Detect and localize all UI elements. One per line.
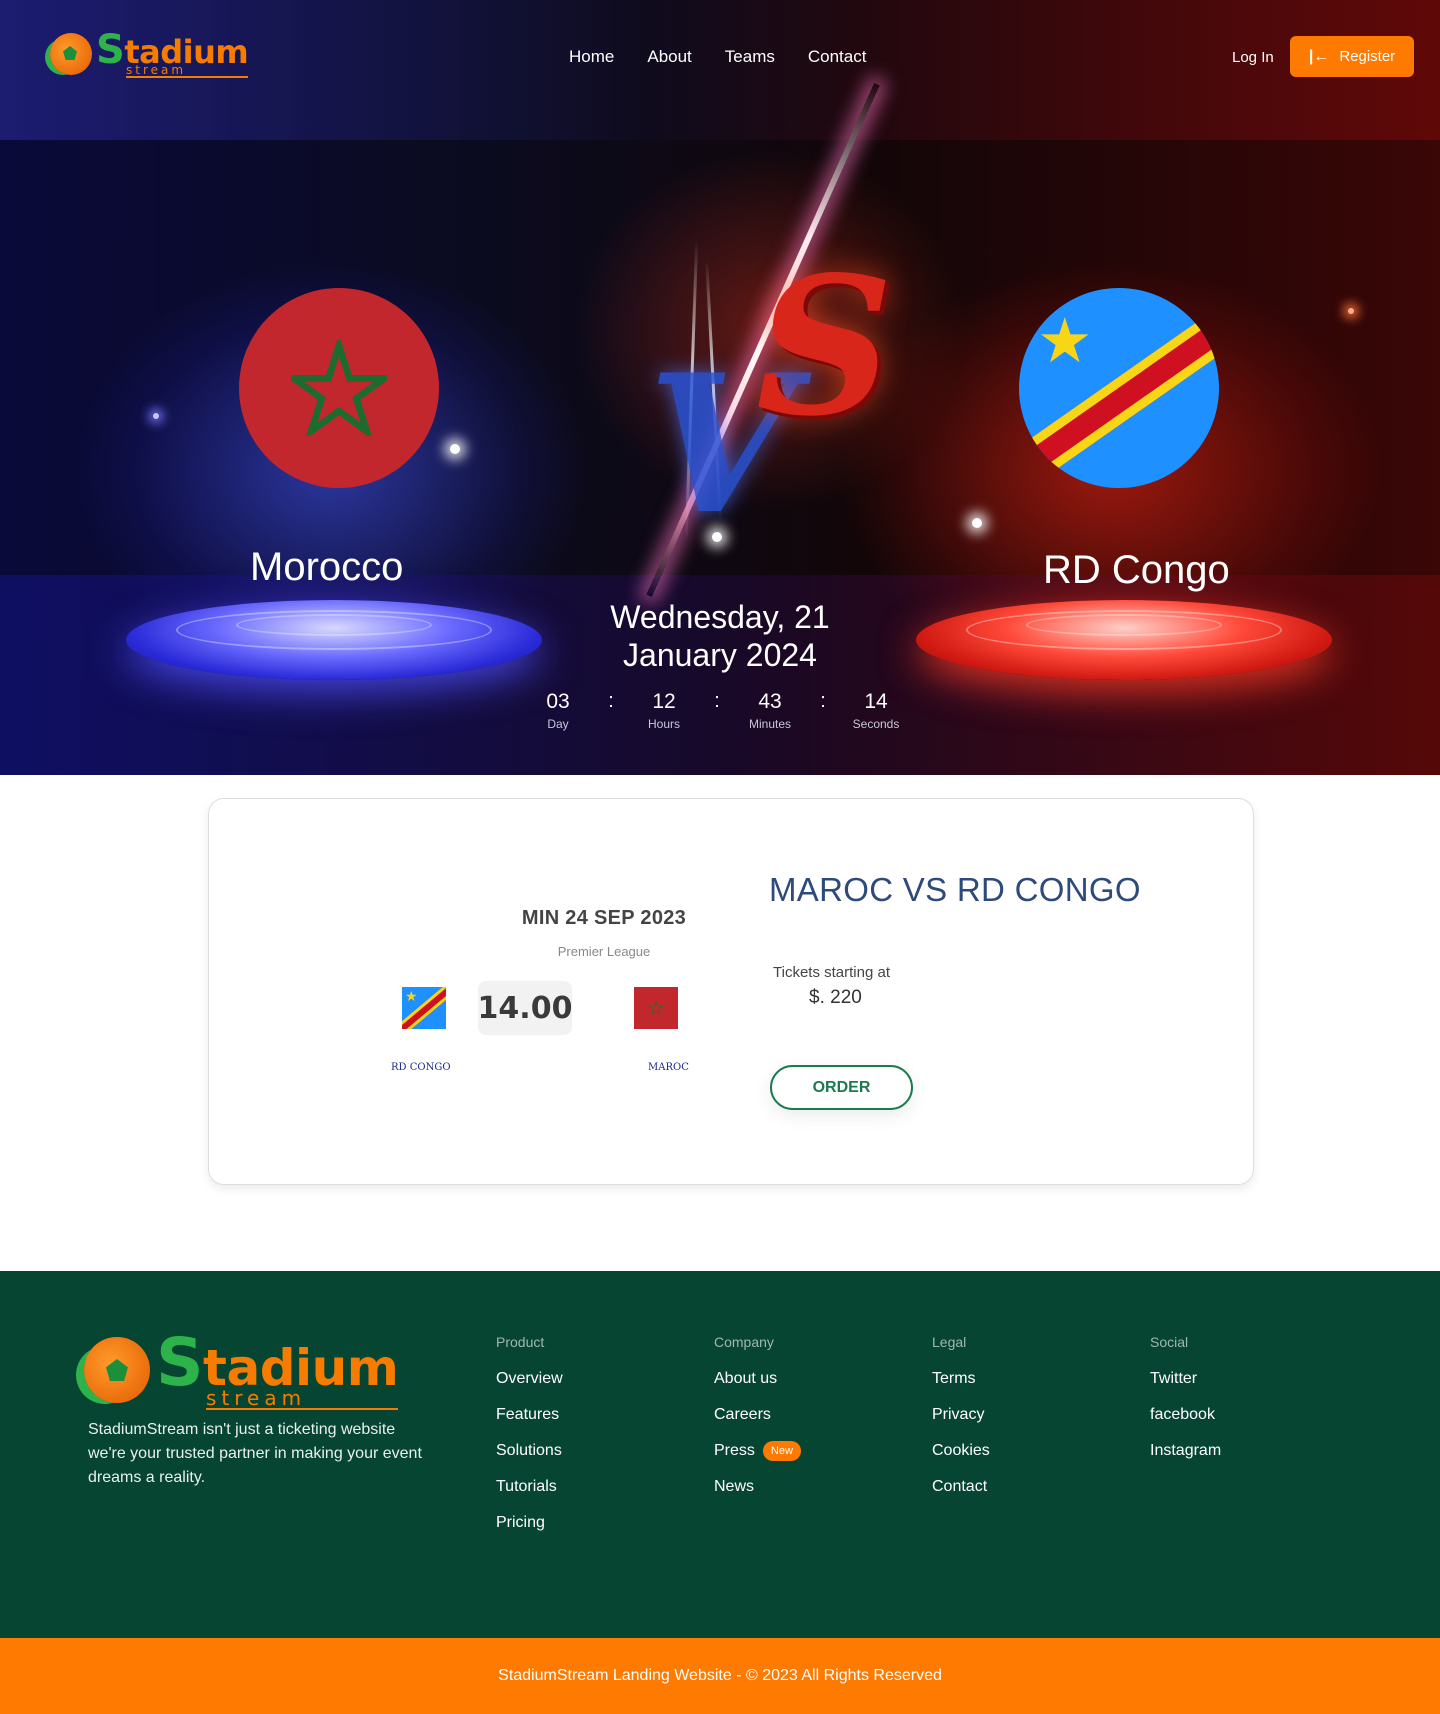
countdown-timer: 03 Day : 12 Hours : 43 Minutes : 14 Seco…: [533, 690, 901, 731]
footer-column-title: Company: [714, 1334, 774, 1350]
tickets-price: $. 220: [809, 987, 862, 1008]
order-button[interactable]: ORDER: [770, 1065, 913, 1110]
hero-section: V S Stadium stream Home About Teams Cont…: [0, 0, 1440, 775]
logo-subtitle: stream: [206, 1388, 399, 1410]
copyright-bar: StadiumStream Landing Website - © 2023 A…: [0, 1638, 1440, 1714]
nav-contact[interactable]: Contact: [808, 47, 867, 67]
tickets-label: Tickets starting at: [773, 964, 890, 981]
footer-link-cookies[interactable]: Cookies: [932, 1440, 990, 1461]
login-link[interactable]: Log In: [1232, 49, 1274, 66]
footer-column-legal: Legal Terms Privacy Cookies Contact: [932, 1334, 990, 1512]
register-label: Register: [1339, 48, 1396, 65]
card-team-right: MAROC: [648, 1062, 689, 1073]
footer-column-title: Product: [496, 1334, 545, 1350]
morocco-flag-icon: [239, 288, 439, 488]
match-card-league: Premier League: [557, 944, 651, 959]
footer-logo[interactable]: Stadium stream: [84, 1330, 399, 1410]
blue-podium: [126, 600, 542, 680]
away-team-name: RD Congo: [1043, 548, 1230, 592]
footer-link-overview[interactable]: Overview: [496, 1368, 563, 1389]
footer-link-twitter[interactable]: Twitter: [1150, 1368, 1221, 1389]
countdown-days: 03 Day: [546, 690, 570, 731]
logo-subtitle: stream: [126, 64, 249, 78]
site-footer: Stadium stream StadiumStream isn't just …: [0, 1271, 1440, 1638]
soccer-ball-icon: [84, 1337, 150, 1403]
countdown-separator: :: [608, 690, 614, 712]
footer-link-news[interactable]: News: [714, 1476, 801, 1497]
match-card-title: MAROC VS RD CONGO: [769, 871, 1141, 908]
card-team-left: RD CONGO: [391, 1062, 451, 1073]
footer-link-about-us[interactable]: About us: [714, 1368, 801, 1389]
main-nav: Home About Teams Contact: [569, 47, 866, 67]
red-podium: [916, 600, 1332, 680]
footer-link-careers[interactable]: Careers: [714, 1404, 801, 1425]
dr-congo-flag-icon: ★: [1019, 288, 1219, 488]
dr-congo-flag-icon: ★: [402, 987, 446, 1029]
nav-home[interactable]: Home: [569, 47, 614, 67]
footer-column-company: Company About us Careers Press New News: [714, 1334, 801, 1512]
footer-link-tutorials[interactable]: Tutorials: [496, 1476, 563, 1497]
login-arrow-icon: |←: [1308, 47, 1330, 65]
copyright-text: StadiumStream Landing Website - © 2023 A…: [498, 1667, 942, 1684]
match-card: MIN 24 SEP 2023 Premier League ★ 14.00 ☆…: [208, 798, 1254, 1185]
pentagram-icon: [291, 340, 387, 436]
star-icon: ★: [1037, 304, 1093, 377]
footer-link-privacy[interactable]: Privacy: [932, 1404, 990, 1425]
footer-link-contact[interactable]: Contact: [932, 1476, 990, 1497]
sparkle: [972, 518, 982, 528]
countdown-hours: 12 Hours: [647, 690, 680, 731]
match-time: 14.00: [478, 981, 572, 1035]
countdown-separator: :: [820, 690, 826, 712]
footer-description: StadiumStream isn't just a ticketing web…: [88, 1421, 422, 1486]
vs-letter-s: S: [756, 235, 894, 458]
soccer-ball-icon: [50, 33, 92, 75]
footer-link-press[interactable]: Press New: [714, 1440, 801, 1461]
nav-about[interactable]: About: [647, 47, 691, 67]
sparkle: [153, 413, 159, 419]
footer-link-solutions[interactable]: Solutions: [496, 1440, 563, 1461]
footer-link-pricing[interactable]: Pricing: [496, 1512, 563, 1533]
footer-column-social: Social Twitter facebook Instagram: [1150, 1334, 1221, 1476]
register-button[interactable]: |← Register: [1290, 36, 1414, 77]
footer-link-instagram[interactable]: Instagram: [1150, 1440, 1221, 1461]
sparkle: [712, 532, 722, 542]
footer-column-product: Product Overview Features Solutions Tuto…: [496, 1334, 563, 1548]
morocco-flag-icon: ☆: [634, 987, 678, 1029]
match-card-date: MIN 24 SEP 2023: [521, 907, 687, 929]
sparkle: [1348, 308, 1354, 314]
match-date: Wednesday, 21 January 2024: [610, 599, 830, 673]
footer-link-terms[interactable]: Terms: [932, 1368, 990, 1389]
sparkle: [450, 444, 460, 454]
countdown-separator: :: [714, 690, 720, 712]
footer-column-title: Social: [1150, 1334, 1189, 1350]
new-badge: New: [762, 1440, 801, 1461]
footer-link-facebook[interactable]: facebook: [1150, 1404, 1221, 1425]
site-logo[interactable]: Stadium stream: [50, 30, 249, 78]
footer-link-features[interactable]: Features: [496, 1404, 563, 1425]
countdown-seconds: 14 Seconds: [852, 690, 900, 731]
countdown-minutes: 43 Minutes: [748, 690, 792, 731]
footer-column-title: Legal: [932, 1334, 967, 1350]
nav-teams[interactable]: Teams: [725, 47, 775, 67]
home-team-name: Morocco: [250, 545, 404, 589]
